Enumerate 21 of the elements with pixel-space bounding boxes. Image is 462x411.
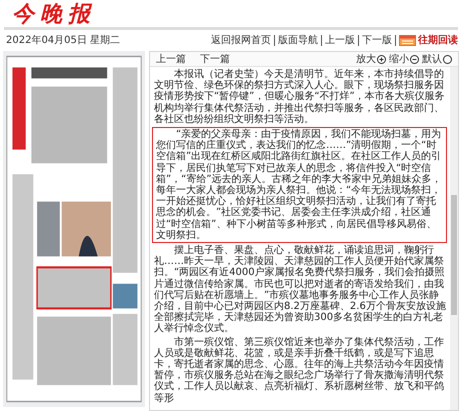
zoom-in-icon	[377, 54, 386, 64]
article-paragraph: 市第一殡仪馆、第三殡仪馆近来也举办了集体代祭活动，工作人员或是敬献鲜花、花篮，或是亲手折叠千纸鹤，或是写下追思卡，寄托逝者家属的思念、心愿。往年的海上共祭活动今年因疫情暂停，市殡仪服务总站在海之眼纪念广场举行了骨灰撒海清明代祭仪式，工作人员以献哀、点亮祈福灯、系祈愿树丝带、放飞和平鸽等形	[154, 336, 445, 404]
scrollbar[interactable]	[450, 67, 458, 410]
archive-link[interactable]: 往期回读	[396, 33, 458, 47]
font-size-button[interactable]: 缩小	[389, 52, 419, 66]
date-label: 2022年04月05日 星期二	[6, 34, 120, 47]
calendar-icon	[399, 34, 416, 46]
nav-link[interactable]: 上一版	[322, 34, 359, 46]
font-size-button[interactable]: 默认	[422, 52, 452, 66]
article-paragraph: 摆上电子香、果盘、点心，敬献鲜花，诵读追思词，鞠躬行礼……昨天一早，天津陵园、天津慈园的工作人员便开始代家属祭扫。“两园区有近4000户家属报名免费代祭扫服务，我们会拍摄照片通过微信传给家属。市民也可以把对逝者的寄语发给我们，由我们代写后贴在祈愿墙上。”市殡仪墓地事务服务中心工作人员张静介绍，目前中心已对两园区内8.2万座墓碑、2.6万个骨灰安放设施全部擦拭完毕，天津慈园还为曾资助300多名贫困学生的白方礼老人举行悼念仪式。	[154, 245, 447, 335]
article-nav-link[interactable]: 下一篇	[200, 52, 230, 66]
newspaper-logo: 今晚报	[11, 0, 96, 28]
nav-link[interactable]: 下一版	[359, 34, 396, 46]
article-paragraph: 本报讯（记者史莹）今天是清明节。近年来，本市持续倡导的文明节俭、绿色环保的祭扫方式深入人心。眼下，现场祭扫服务因疫情形势按下“暂停键”，但暖心服务“不打烊”，本市各大殡仪服务机构均举行集体代祭活动，并推出代祭扫等服务，各区民政部门、各社区也纷纷组织文明祭扫等活动。	[154, 69, 446, 126]
zoom-out-icon	[410, 54, 419, 64]
circle-icon	[443, 54, 452, 64]
article-paragraph: “亲爱的父亲母亲：由于疫情原因，我们不能现场扫墓，用为您们写信的庄重仪式，表达我们的忆念……”清明假期，一个“时空信箱”出现在红桥区咸阳北路街红旗社区。在社区工作人员的引导下，居民们执笔写下对已故亲人的思念，将信件投入“时空信箱”，“寄给”远去的亲人。古稀之年的李大爷家中兄弟姐妹众多，每年一大家人都会现场为亲人祭扫。他说：“今年无法现场祭扫，一开始还挺忧心，恰好社区组织文明祭扫活动，让我们有了寄托思念的机会。”社区党委书记、居委会主任李洪成介绍，社区通过“时空信箱”、种下小树苗等多种形式，向居民倡导移风易俗、文明祭扫。	[152, 127, 447, 244]
font-size-button[interactable]: 放大	[356, 52, 386, 66]
article-nav-link[interactable]: 上一篇	[156, 52, 186, 66]
nav-link[interactable]: 返回报网首页	[208, 34, 275, 46]
nav-link[interactable]: 版面导航	[275, 34, 322, 46]
